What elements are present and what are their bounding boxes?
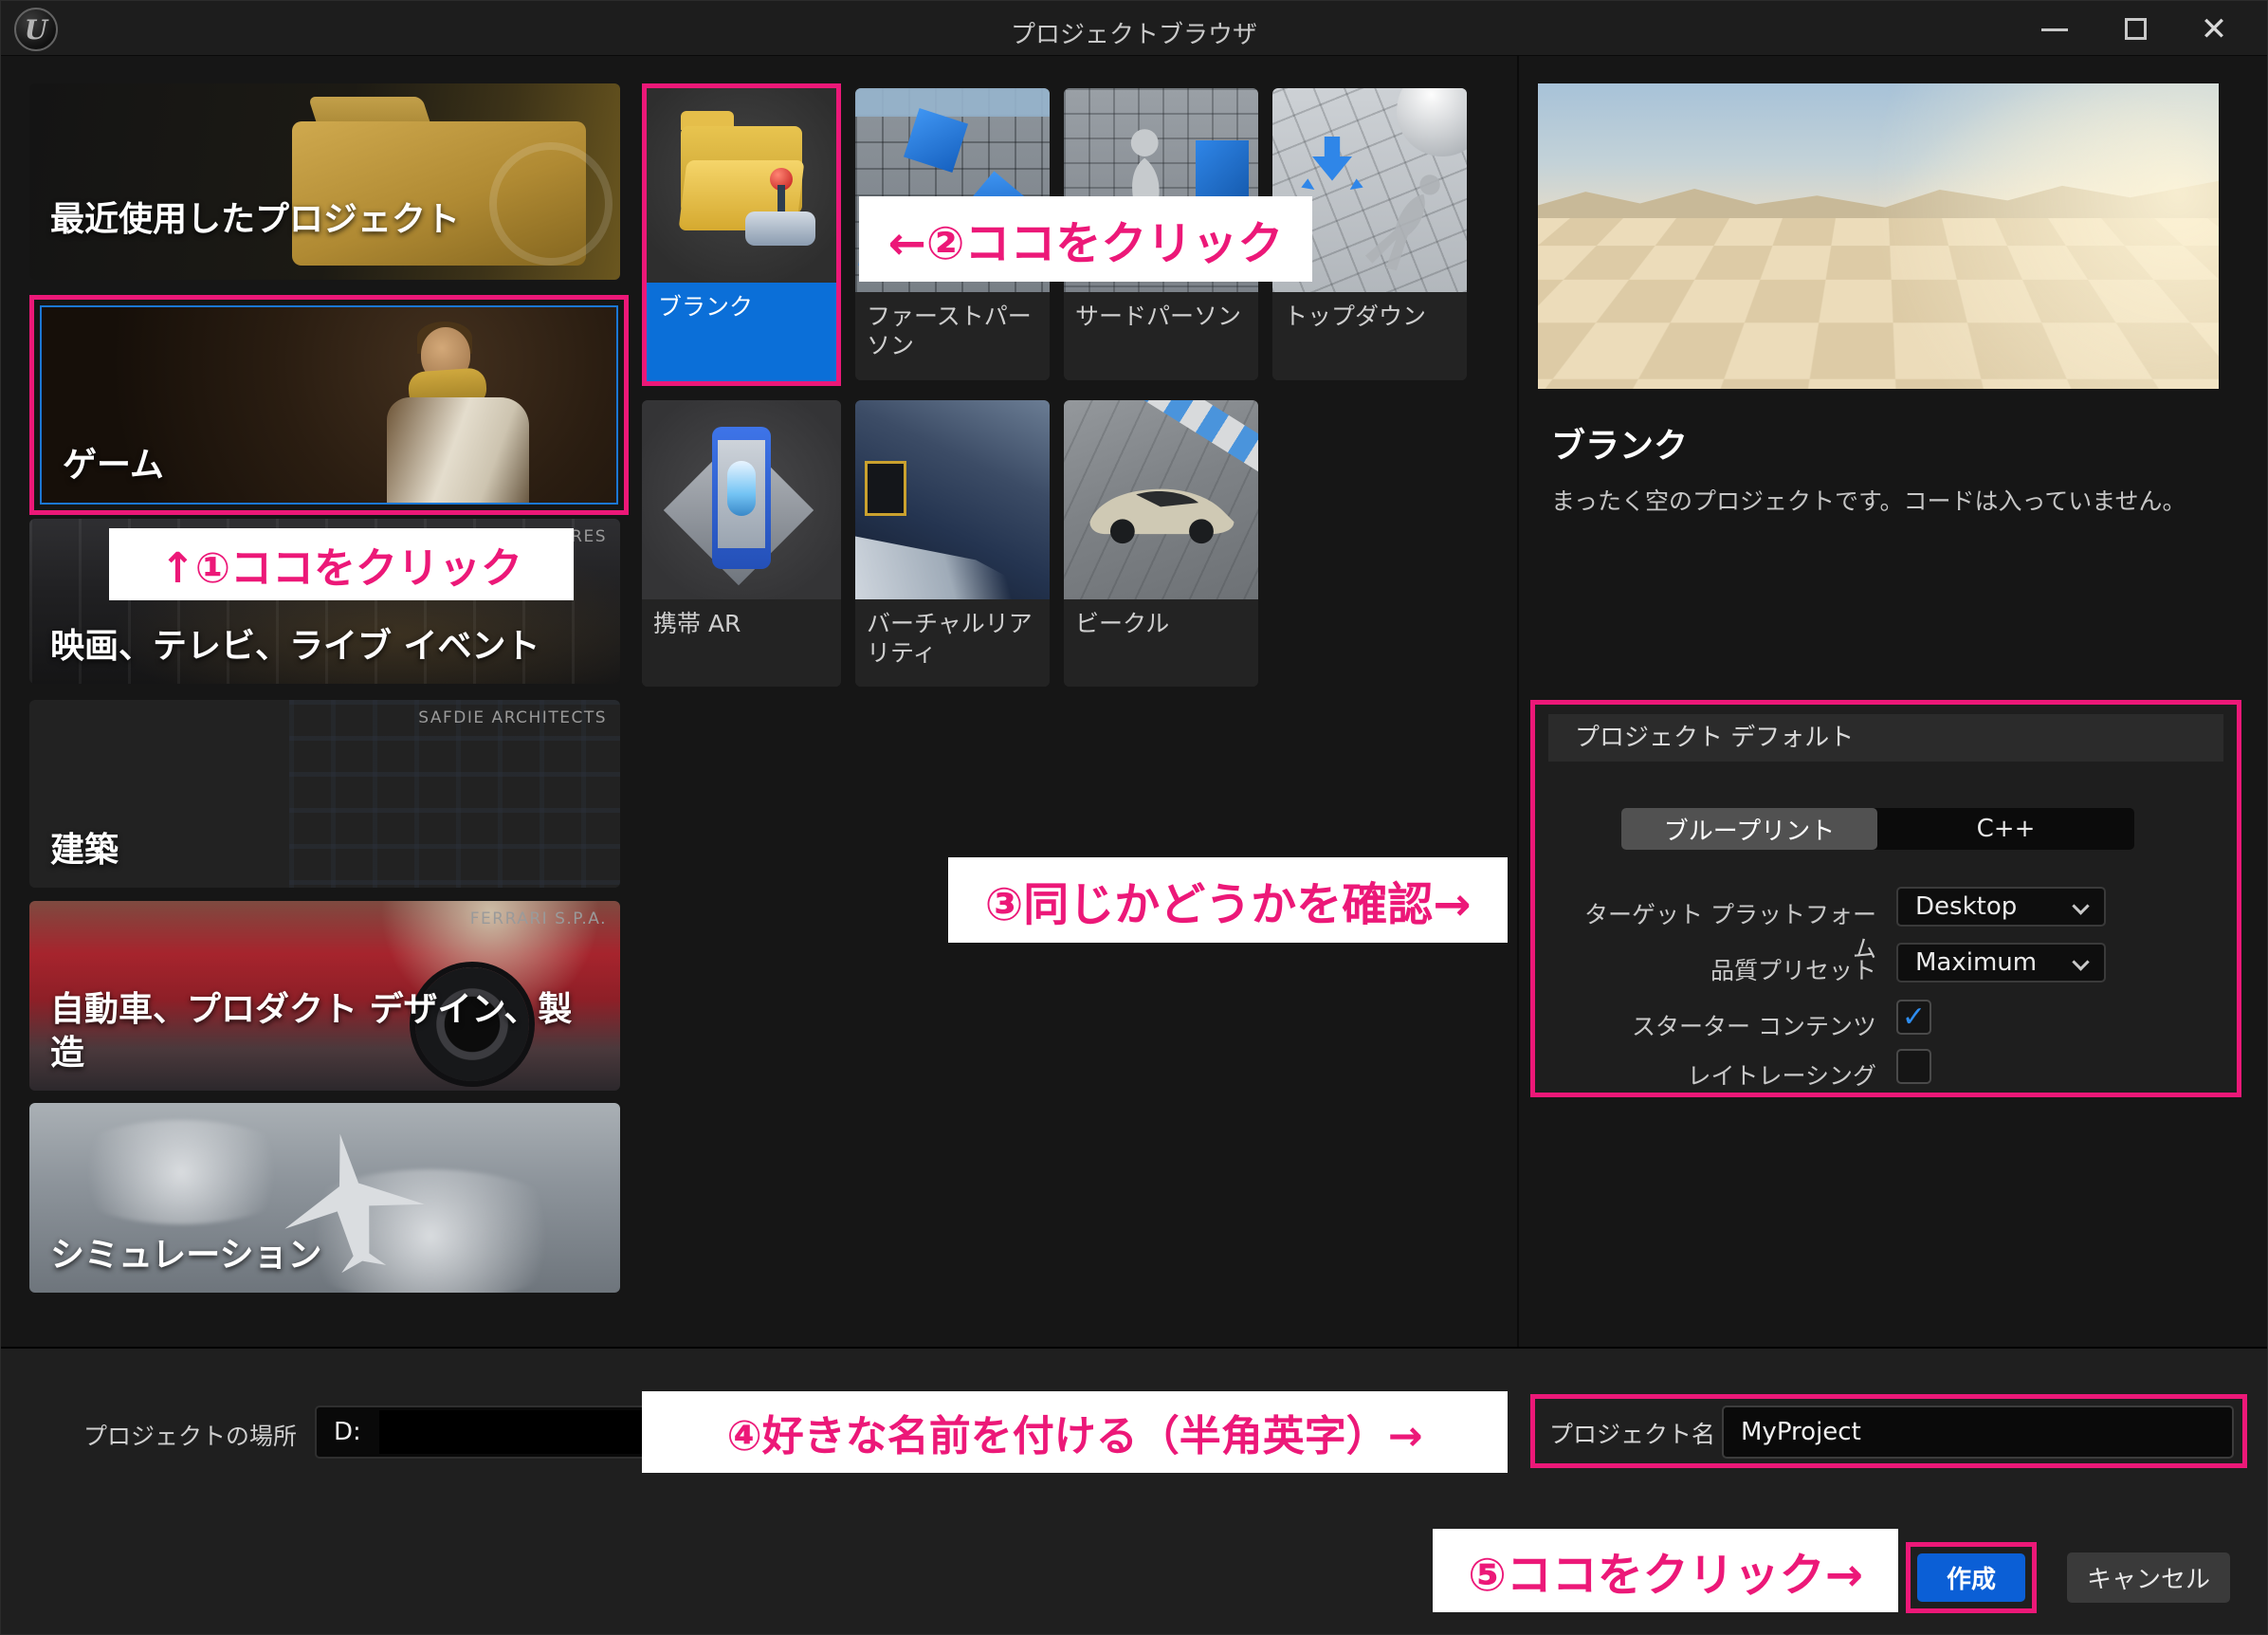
annotation-step3: ③同じかどうかを確認→	[948, 857, 1508, 943]
sidebar-item-games[interactable]: ゲーム	[40, 305, 618, 505]
character-decor	[387, 397, 529, 505]
cancel-button[interactable]: キャンセル	[2067, 1552, 2230, 1603]
category-label: 建築	[50, 829, 119, 873]
template-blank[interactable]: ブランク	[647, 88, 836, 381]
image-credit: FERRARI S.P.A.	[470, 909, 607, 928]
target-platform-dropdown[interactable]: Desktop	[1896, 887, 2106, 927]
close-icon[interactable]: ✕	[2193, 9, 2235, 49]
joystick-decor	[745, 211, 815, 246]
chevron-down-icon	[2072, 897, 2089, 914]
minimize-icon[interactable]	[2041, 28, 2068, 31]
template-label: ファーストパーソン	[855, 292, 1050, 380]
building-decor	[289, 700, 620, 888]
project-location-value: D:	[334, 1407, 361, 1457]
image-credit: SAFDIE ARCHITECTS	[418, 708, 607, 727]
annotation-outline-project-defaults: プロジェクト デフォルト ブループリント C++ ターゲット プラットフォーム …	[1530, 700, 2241, 1097]
vehicle-thumbnail	[1064, 400, 1258, 599]
blank-thumbnail	[647, 88, 836, 283]
template-label: トップダウン	[1272, 292, 1467, 380]
annotation-step4: ④好きな名前を付ける（半角英字）→	[642, 1391, 1508, 1473]
sidebar-item-simulation[interactable]: シミュレーション	[29, 1103, 620, 1293]
chevron-down-icon	[2072, 953, 2089, 970]
capsule-decor	[727, 461, 756, 516]
handheld-ar-thumbnail	[642, 400, 841, 599]
light-rays-decor	[1538, 83, 2219, 389]
template-label: ブランク	[647, 283, 836, 381]
template-vehicle[interactable]: ビークル	[1064, 400, 1258, 687]
create-button[interactable]: 作成	[1917, 1553, 2025, 1602]
raytracing-checkbox[interactable]	[1896, 1049, 1931, 1084]
annotation-step5: ⑤ココをクリック→	[1433, 1529, 1898, 1612]
project-defaults-header: プロジェクト デフォルト	[1548, 714, 2223, 762]
template-label: 携帯 AR	[642, 599, 841, 687]
project-name-input[interactable]	[1722, 1405, 2234, 1459]
annotation-step1: ↑①ココをクリック	[109, 528, 574, 600]
cpp-tab[interactable]: C++	[1877, 808, 2134, 850]
sidebar-item-recent-projects[interactable]: 最近使用したプロジェクト	[29, 83, 620, 280]
project-name-label: プロジェクト名	[1549, 1416, 1715, 1450]
title-bar: U プロジェクトブラウザ ✕	[1, 1, 2267, 56]
template-label: バーチャルリアリティ	[855, 599, 1050, 687]
sidebar-item-automotive-product-design[interactable]: FERRARI S.P.A. 自動車、プロダクト デザイン、製造	[29, 901, 620, 1091]
crate-decor	[865, 461, 906, 516]
quality-preset-label: 品質プリセット	[1573, 952, 1876, 986]
template-label: ビークル	[1064, 599, 1258, 687]
starter-content-checkbox[interactable]: ✓	[1896, 1000, 1931, 1035]
category-label: 映画、テレビ、ライブ イベント	[50, 625, 540, 669]
maximize-icon[interactable]	[2125, 18, 2147, 40]
window-title: プロジェクトブラウザ	[1, 15, 2267, 50]
category-label: 自動車、プロダクト デザイン、製造	[50, 988, 600, 1075]
panel-divider	[1517, 56, 1519, 1347]
blueprint-tab[interactable]: ブループリント	[1621, 808, 1877, 850]
arrow-down-icon	[1299, 130, 1365, 196]
selected-template-description: まったく空のプロジェクトです。コードは入っていません。	[1551, 483, 2186, 517]
category-label: ゲーム	[63, 444, 164, 487]
folder-joystick-icon	[681, 126, 802, 225]
category-label: 最近使用したプロジェクト	[50, 198, 460, 242]
annotation-step2: ←②ココをクリック	[859, 196, 1312, 282]
raytracing-label: レイトレーシング	[1573, 1057, 1876, 1092]
unreal-watermark-decor	[489, 142, 613, 266]
starter-content-label: スターター コンテンツ	[1573, 1008, 1876, 1042]
quality-preset-dropdown[interactable]: Maximum	[1896, 943, 2106, 983]
sidebar-item-architecture[interactable]: SAFDIE ARCHITECTS 建築	[29, 700, 620, 888]
annotation-outline-blank: ブランク	[642, 83, 841, 386]
virtual-reality-thumbnail	[855, 400, 1050, 599]
template-preview-image	[1538, 83, 2219, 389]
car-icon	[1079, 453, 1242, 558]
project-location-label: プロジェクトの場所	[83, 1418, 297, 1452]
selected-template-title: ブランク	[1551, 418, 1688, 468]
project-browser-window: U プロジェクトブラウザ ✕ 最近使用したプロジェクト ゲーム COURTESY…	[0, 0, 2268, 1635]
template-virtual-reality[interactable]: バーチャルリアリティ	[855, 400, 1050, 687]
annotation-outline-games: ゲーム	[29, 295, 629, 515]
language-segmented-control: ブループリント C++	[1621, 808, 2134, 850]
template-handheld-ar[interactable]: 携帯 AR	[642, 400, 841, 687]
template-label: サードパーソン	[1064, 292, 1258, 380]
quality-preset-value: Maximum	[1915, 945, 2037, 981]
phone-icon	[712, 427, 771, 569]
category-label: シミュレーション	[50, 1234, 322, 1277]
target-platform-value: Desktop	[1915, 889, 2017, 925]
